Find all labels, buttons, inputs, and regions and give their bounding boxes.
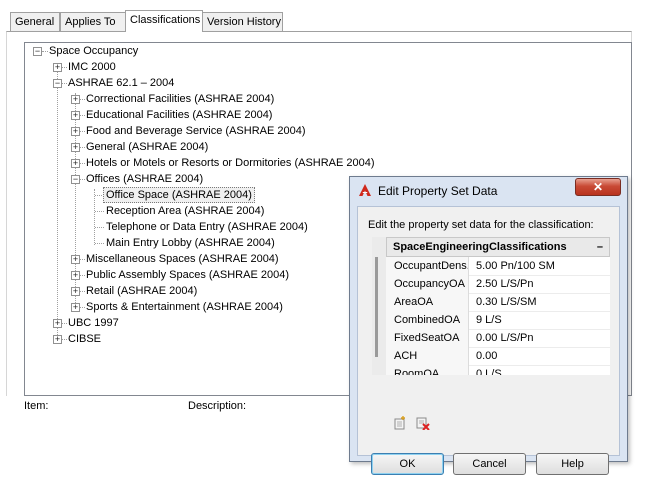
tab-version-history[interactable]: Version History xyxy=(202,12,283,31)
collapse-icon[interactable]: − xyxy=(53,79,62,88)
tree-node-space-occupancy[interactable]: Space Occupancy xyxy=(49,43,138,59)
instruction-text: Edit the property set data for the class… xyxy=(368,219,594,231)
grid-scrollbar[interactable] xyxy=(375,257,378,357)
help-button[interactable]: Help xyxy=(536,453,609,475)
property-row[interactable]: CombinedOA 9 L/S xyxy=(386,311,610,330)
property-value[interactable]: 0.00 L/S/Pn xyxy=(470,329,610,347)
tree-node-sports-and-entertainment[interactable]: Sports & Entertainment (ASHRAE 2004) xyxy=(86,299,283,315)
tree-node-offices[interactable]: Offices (ASHRAE 2004) xyxy=(86,171,203,187)
tree-node-reception-area[interactable]: Reception Area (ASHRAE 2004) xyxy=(106,203,264,219)
property-group-header[interactable]: SpaceEngineeringClassifications – xyxy=(386,237,610,257)
remove-property-set-icon[interactable] xyxy=(416,416,430,430)
property-row[interactable]: OccupancyOA 2.50 L/S/Pn xyxy=(386,275,610,294)
expand-icon[interactable]: + xyxy=(71,287,80,296)
property-row[interactable]: FixedSeatOA 0.00 L/S/Pn xyxy=(386,329,610,348)
tree-node-ashrae-62-1-2004[interactable]: ASHRAE 62.1 – 2004 xyxy=(68,75,174,91)
property-row[interactable]: ACH 0.00 xyxy=(386,347,610,366)
property-value[interactable]: 9 L/S xyxy=(470,311,610,329)
property-group-name: SpaceEngineeringClassifications xyxy=(393,241,567,253)
tree-node-public-assembly-spaces[interactable]: Public Assembly Spaces (ASHRAE 2004) xyxy=(86,267,289,283)
tree-connector xyxy=(94,189,95,245)
tree-connector xyxy=(57,69,58,341)
property-row[interactable]: AreaOA 0.30 L/S/SM xyxy=(386,293,610,312)
property-row[interactable]: OccupantDens... 5.00 Pn/100 SM xyxy=(386,257,610,276)
cancel-button[interactable]: Cancel xyxy=(453,453,526,475)
dialog-body: Edit the property set data for the class… xyxy=(357,206,620,475)
expand-icon[interactable]: + xyxy=(71,127,80,136)
property-name: OccupantDens... xyxy=(386,257,469,275)
property-name: RoomOA xyxy=(386,365,469,375)
property-grid[interactable]: SpaceEngineeringClassifications – Occupa… xyxy=(372,237,610,375)
property-value[interactable]: 0 L/S xyxy=(470,365,610,375)
property-value[interactable]: 0.00 xyxy=(470,347,610,365)
tree-node-office-space[interactable]: Office Space (ASHRAE 2004) xyxy=(103,187,255,203)
property-name: CombinedOA xyxy=(386,311,469,329)
description-label: Description: xyxy=(188,400,247,412)
property-value[interactable]: 2.50 L/S/Pn xyxy=(470,275,610,293)
tree-node-retail[interactable]: Retail (ASHRAE 2004) xyxy=(86,283,197,299)
tab-classifications[interactable]: Classifications xyxy=(125,10,203,32)
expand-icon[interactable]: + xyxy=(71,303,80,312)
add-property-set-icon[interactable] xyxy=(393,416,407,430)
tree-node-telephone-or-data-entry[interactable]: Telephone or Data Entry (ASHRAE 2004) xyxy=(106,219,308,235)
expand-icon[interactable]: + xyxy=(71,255,80,264)
expand-icon[interactable]: + xyxy=(71,95,80,104)
expand-icon[interactable]: + xyxy=(71,159,80,168)
tree-node-miscellaneous-spaces[interactable]: Miscellaneous Spaces (ASHRAE 2004) xyxy=(86,251,279,267)
collapse-icon[interactable]: − xyxy=(71,175,80,184)
property-value[interactable]: 5.00 Pn/100 SM xyxy=(470,257,610,275)
close-button[interactable]: ✕ xyxy=(575,178,621,196)
expand-icon[interactable]: + xyxy=(71,143,80,152)
tree-node-general[interactable]: General (ASHRAE 2004) xyxy=(86,139,208,155)
property-name: FixedSeatOA xyxy=(386,329,469,347)
tree-node-main-entry-lobby[interactable]: Main Entry Lobby (ASHRAE 2004) xyxy=(106,235,275,251)
expand-icon[interactable]: + xyxy=(53,335,62,344)
property-name: OccupancyOA xyxy=(386,275,469,293)
dialog-title: Edit Property Set Data xyxy=(378,184,498,198)
collapse-icon[interactable]: − xyxy=(33,47,42,56)
tree-node-food-and-beverage-service[interactable]: Food and Beverage Service (ASHRAE 2004) xyxy=(86,123,306,139)
property-value[interactable]: 0.30 L/S/SM xyxy=(470,293,610,311)
tree-node-cibse[interactable]: CIBSE xyxy=(68,331,101,347)
tree-node-hotels-motels-resorts-dormitories[interactable]: Hotels or Motels or Resorts or Dormitori… xyxy=(86,155,375,171)
tree-node-ubc-1997[interactable]: UBC 1997 xyxy=(68,315,119,331)
tab-general[interactable]: General xyxy=(10,12,60,31)
tab-applies-to[interactable]: Applies To xyxy=(60,12,126,31)
expand-icon[interactable]: + xyxy=(53,319,62,328)
dialog-title-bar[interactable]: Edit Property Set Data ✕ xyxy=(350,177,627,205)
property-name: ACH xyxy=(386,347,469,365)
tree-node-imc-2000[interactable]: IMC 2000 xyxy=(68,59,116,75)
autodesk-logo-icon xyxy=(359,184,371,196)
expand-icon[interactable]: + xyxy=(53,63,62,72)
property-row[interactable]: RoomOA 0 L/S xyxy=(386,365,610,375)
collapse-group-icon[interactable]: – xyxy=(597,238,603,256)
ok-button[interactable]: OK xyxy=(371,453,444,475)
expand-icon[interactable]: + xyxy=(71,111,80,120)
tree-node-correctional-facilities[interactable]: Correctional Facilities (ASHRAE 2004) xyxy=(86,91,274,107)
item-label: Item: xyxy=(24,400,49,412)
expand-icon[interactable]: + xyxy=(71,271,80,280)
edit-property-set-dialog: Edit Property Set Data ✕ Edit the proper… xyxy=(349,176,628,475)
close-icon: ✕ xyxy=(592,180,604,194)
property-name: AreaOA xyxy=(386,293,469,311)
tree-node-educational-facilities[interactable]: Educational Facilities (ASHRAE 2004) xyxy=(86,107,272,123)
